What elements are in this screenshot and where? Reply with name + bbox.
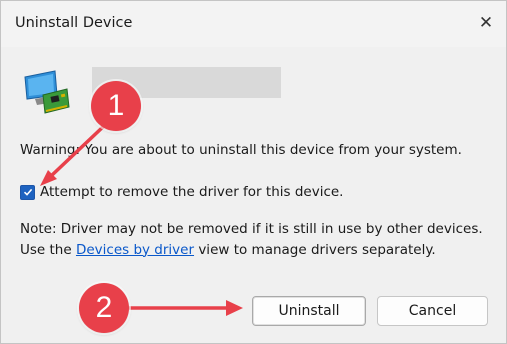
warning-text: Warning: You are about to uninstall this… xyxy=(20,142,462,158)
remove-driver-checkbox-row[interactable]: Attempt to remove the driver for this de… xyxy=(20,184,343,200)
note-text-end: view to manage drivers separately. xyxy=(194,241,436,258)
title-bar: Uninstall Device ✕ xyxy=(1,1,506,47)
remove-driver-label: Attempt to remove the driver for this de… xyxy=(40,184,344,200)
uninstall-device-dialog: Uninstall Device ✕ Warning: You are abou… xyxy=(0,0,507,344)
devices-by-driver-link[interactable]: Devices by driver xyxy=(76,242,194,258)
remove-driver-checkbox[interactable] xyxy=(20,184,35,200)
cancel-button[interactable]: Cancel xyxy=(377,296,488,326)
close-button[interactable]: ✕ xyxy=(470,7,502,39)
uninstall-button[interactable]: Uninstall xyxy=(252,296,366,326)
note-text: Note: Driver may not be removed if it is… xyxy=(20,219,490,260)
close-icon: ✕ xyxy=(478,13,494,33)
annotation-badge-2: 2 xyxy=(79,283,129,333)
checkmark-icon xyxy=(23,188,32,196)
annotation-badge-1: 1 xyxy=(91,81,141,131)
network-adapter-icon xyxy=(24,70,70,114)
dialog-title: Uninstall Device xyxy=(15,15,133,31)
